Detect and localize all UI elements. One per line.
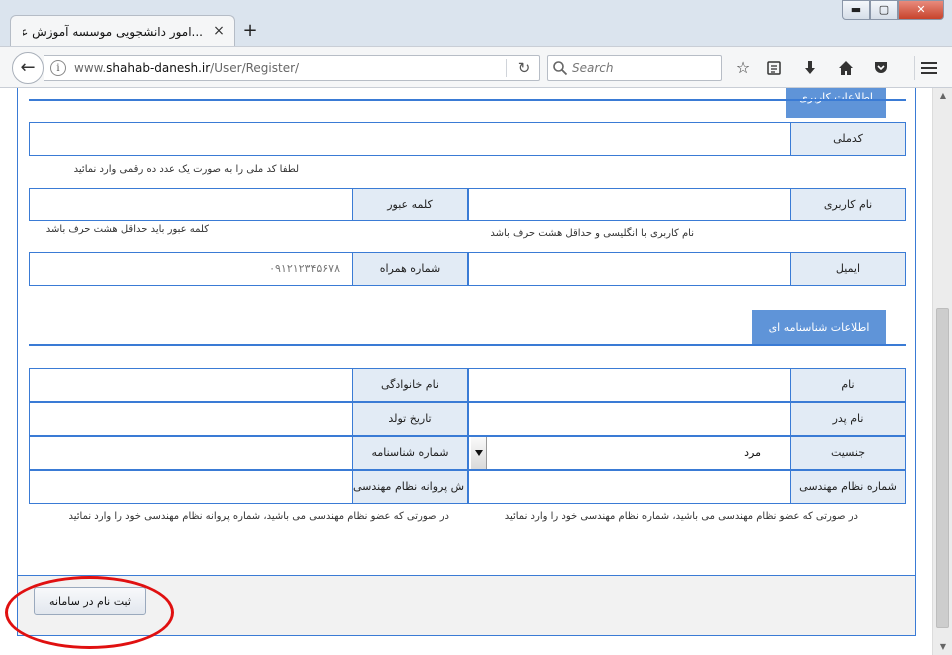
download-glyph xyxy=(805,61,815,74)
engineering-number-label: شماره نظام مهندسی xyxy=(790,470,906,504)
password-label: کلمه عبور xyxy=(352,188,468,221)
address-bar-separator xyxy=(506,59,507,77)
scroll-down-icon[interactable]: ▼ xyxy=(933,639,952,655)
home-glyph xyxy=(839,61,853,75)
first-name-input[interactable] xyxy=(468,368,791,402)
email-label: ایمیل xyxy=(790,252,906,286)
first-name-label: نام xyxy=(790,368,906,402)
window-maximize-button[interactable]: ▢ xyxy=(870,0,898,20)
search-bar[interactable] xyxy=(547,55,722,81)
url-prefix: www. xyxy=(74,61,107,75)
tab-close-icon[interactable]: × xyxy=(211,23,227,39)
father-name-input[interactable] xyxy=(468,402,791,436)
red-highlight-circle xyxy=(5,576,174,649)
last-name-input[interactable] xyxy=(29,368,353,402)
browser-tab[interactable]: ...امور دانشجویی موسسه آموزش عال × xyxy=(10,15,235,47)
national-code-label: کدملی xyxy=(790,122,906,156)
pocket-icon[interactable] xyxy=(869,55,893,81)
birth-date-label: تاریخ تولد xyxy=(352,402,468,436)
gender-select[interactable]: مرد xyxy=(468,436,791,470)
bookmark-star-icon[interactable]: ☆ xyxy=(731,55,755,81)
password-input[interactable] xyxy=(29,188,353,221)
mobile-input[interactable]: ۰۹۱۲۱۲۳۴۵۶۷۸ xyxy=(29,252,353,286)
download-icon[interactable] xyxy=(798,55,822,81)
search-input[interactable] xyxy=(572,56,717,80)
gender-label: جنسیت xyxy=(790,436,906,470)
hamburger-glyph xyxy=(920,62,937,74)
section-title-identity-info: اطلاعات شناسنامه ای xyxy=(752,310,886,346)
username-label: نام کاربری xyxy=(790,188,906,221)
tab-title: ...امور دانشجویی موسسه آموزش عال xyxy=(23,25,203,39)
scroll-up-icon[interactable]: ▲ xyxy=(933,88,952,104)
scrollbar-thumb[interactable] xyxy=(936,308,949,628)
vertical-scrollbar[interactable]: ▲ ▼ xyxy=(932,88,952,655)
username-hint: نام کاربری با انگلیسی و حداقل هشت حرف با… xyxy=(490,228,694,239)
url-domain: shahab-danesh.ir xyxy=(106,61,211,75)
engineering-number-input[interactable] xyxy=(468,470,791,504)
title-bar: ...امور دانشجویی موسسه آموزش عال × + ▬ ▢… xyxy=(0,0,952,47)
email-input[interactable] xyxy=(468,252,791,286)
national-code-hint: لطفا کد ملی را به صورت یک عدد ده رقمی وا… xyxy=(73,164,299,175)
pocket-glyph xyxy=(875,62,887,73)
reading-list-icon[interactable] xyxy=(762,55,786,81)
national-code-input[interactable] xyxy=(29,122,791,156)
info-icon[interactable]: i xyxy=(50,60,66,76)
address-bar[interactable]: i www.shahab-danesh.ir/User/Register/ ↻ xyxy=(44,55,540,81)
reload-icon[interactable]: ↻ xyxy=(512,56,536,80)
url-text[interactable]: www.shahab-danesh.ir/User/Register/ xyxy=(74,56,494,80)
window-minimize-button[interactable]: ▬ xyxy=(842,0,870,20)
father-name-label: نام پدر xyxy=(790,402,906,436)
engineering-number-hint: در صورتی که عضو نظام مهندسی می باشید، شم… xyxy=(504,511,858,522)
birth-date-input[interactable] xyxy=(29,402,353,436)
section-title-user-info: اطلاعات کاربری xyxy=(786,88,886,118)
last-name-label: نام خانوادگی xyxy=(352,368,468,402)
registration-form: اطلاعات کاربری کدملی لطفا کد ملی را به ص… xyxy=(17,88,916,636)
back-arrow-icon[interactable]: ← xyxy=(12,52,44,84)
hamburger-menu-icon[interactable] xyxy=(914,56,938,80)
page-viewport: اطلاعات کاربری کدملی لطفا کد ملی را به ص… xyxy=(0,88,932,655)
reading-list-glyph xyxy=(767,61,781,75)
search-icon xyxy=(553,61,568,76)
username-input[interactable] xyxy=(468,188,791,221)
id-number-label: شماره شناسنامه xyxy=(352,436,468,470)
chevron-down-icon[interactable] xyxy=(471,437,487,469)
section-divider xyxy=(29,344,906,346)
id-number-input[interactable] xyxy=(29,436,353,470)
engineering-license-hint: در صورتی که عضو نظام مهندسی می باشید، شم… xyxy=(68,511,449,522)
password-hint: کلمه عبور باید حداقل هشت حرف باشد xyxy=(45,224,209,235)
home-icon[interactable] xyxy=(834,55,858,81)
navigation-toolbar: i www.shahab-danesh.ir/User/Register/ ↻ … xyxy=(0,46,952,88)
window-close-button[interactable]: ✕ xyxy=(898,0,944,20)
engineering-license-label: ش پروانه نظام مهندسی xyxy=(352,470,468,504)
dropdown-arrow-glyph xyxy=(475,450,483,456)
mobile-label: شماره همراه xyxy=(352,252,468,286)
engineering-license-input[interactable] xyxy=(29,470,353,504)
gender-selected-value: مرد xyxy=(744,446,761,459)
new-tab-button[interactable]: + xyxy=(240,20,260,42)
section-divider xyxy=(29,99,906,101)
url-path: /User/Register/ xyxy=(210,61,300,75)
